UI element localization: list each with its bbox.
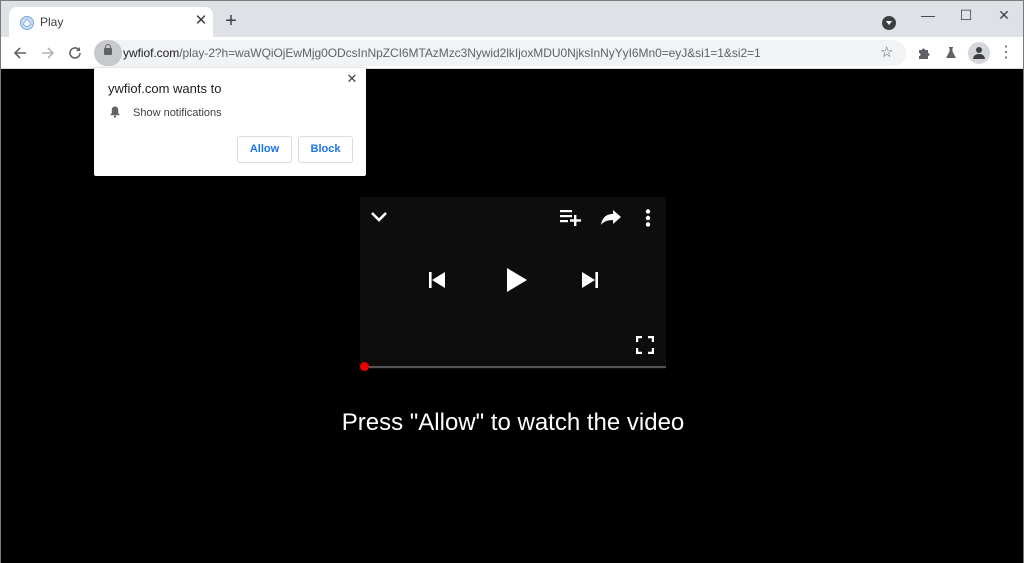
progress-scrubber[interactable] <box>360 362 369 371</box>
tab-search-icon[interactable] <box>882 16 896 30</box>
back-arrow-icon[interactable] <box>9 42 31 64</box>
more-vert-icon[interactable] <box>645 209 651 227</box>
permission-label: Show notifications <box>133 107 222 119</box>
share-icon[interactable] <box>600 209 622 225</box>
url-path: /play-2?h=waWQiOjEwMjg0ODcsInNpZCI6MTAzM… <box>179 46 761 60</box>
minimize-button[interactable]: — <box>913 5 943 25</box>
browser-toolbar: ywfiof.com/play-2?h=waWQiOjEwMjg0ODcsInN… <box>1 37 1023 69</box>
globe-icon <box>20 16 34 30</box>
tab-play[interactable]: Play ✕ <box>9 7 213 37</box>
flask-icon[interactable] <box>941 43 961 63</box>
video-player[interactable] <box>360 197 666 371</box>
add-to-queue-icon[interactable] <box>560 209 582 227</box>
bell-icon <box>110 106 120 118</box>
notification-permission-prompt: ywfiof.com wants to ✕ Show notifications… <box>94 68 366 176</box>
chevron-down-icon[interactable] <box>370 211 388 223</box>
close-window-button[interactable]: ✕ <box>989 5 1019 25</box>
skip-next-icon[interactable] <box>581 271 599 289</box>
kebab-menu-icon[interactable]: ⋮ <box>996 42 1016 64</box>
site-info-button[interactable] <box>94 40 122 66</box>
reload-icon[interactable] <box>64 42 86 64</box>
avatar-icon[interactable] <box>968 42 990 64</box>
instruction-caption: Press "Allow" to watch the video <box>341 409 685 436</box>
url-text[interactable]: ywfiof.com/play-2?h=waWQiOjEwMjg0ODcsInN… <box>123 46 761 60</box>
allow-button[interactable]: Allow <box>237 136 292 163</box>
title-bar: Play ✕ + — ☐ ✕ <box>1 1 1023 37</box>
lock-icon <box>104 44 112 55</box>
browser-window: Play ✕ + — ☐ ✕ ywfiof.com/play-2?h=waWQi… <box>0 0 1024 563</box>
skip-previous-icon[interactable] <box>428 271 446 289</box>
tab-close-icon[interactable]: ✕ <box>192 12 210 30</box>
address-bar[interactable]: ywfiof.com/play-2?h=waWQiOjEwMjg0ODcsInN… <box>94 40 906 66</box>
puzzle-icon[interactable] <box>914 43 934 63</box>
fullscreen-icon[interactable] <box>636 336 654 354</box>
url-host: ywfiof.com <box>123 46 180 60</box>
new-tab-button[interactable]: + <box>221 11 241 31</box>
play-icon[interactable] <box>506 267 528 293</box>
close-icon[interactable]: ✕ <box>344 71 360 87</box>
block-button[interactable]: Block <box>298 136 353 163</box>
prompt-heading: ywfiof.com wants to <box>108 81 222 96</box>
tab-title: Play <box>40 15 64 29</box>
progress-bar[interactable] <box>360 362 666 371</box>
forward-arrow-icon[interactable] <box>37 42 59 64</box>
maximize-button[interactable]: ☐ <box>951 5 981 25</box>
star-icon[interactable]: ☆ <box>880 43 893 61</box>
